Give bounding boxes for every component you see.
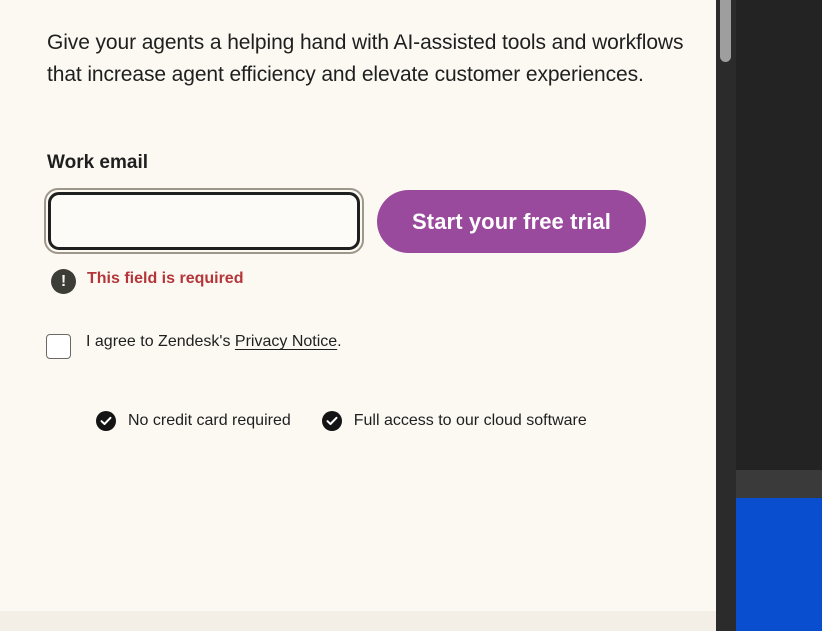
email-field[interactable] [48,192,360,250]
privacy-notice-link[interactable]: Privacy Notice [235,333,337,350]
consent-prefix: I agree to Zendesk's [86,333,235,350]
background-blue-area [736,498,822,631]
consent-suffix: . [337,333,342,350]
perk-text: No credit card required [128,412,291,429]
email-error: ! This field is required [51,267,243,294]
consent-text: I agree to Zendesk's Privacy Notice. [86,333,342,351]
check-icon [96,411,116,431]
background-bar [736,470,822,498]
perk-text: Full access to our cloud software [353,412,587,429]
perk-item: No credit card required [96,411,291,431]
scrollbar-track[interactable] [716,0,736,631]
intro-text: Give your agents a helping hand with AI-… [47,31,684,86]
signup-panel: Give your agents a helping hand with AI-… [0,0,716,631]
start-free-trial-button[interactable]: Start your free trial [377,190,646,253]
email-label: Work email [47,152,149,173]
panel-footer [0,611,716,631]
privacy-consent: I agree to Zendesk's Privacy Notice. [46,333,342,359]
error-message: This field is required [87,269,244,287]
exclamation-icon: ! [51,269,76,294]
background-dark-area [736,0,822,470]
perks-list: No credit card required Full access to o… [96,411,618,431]
email-field-wrapper [44,188,364,254]
scrollbar-thumb[interactable] [720,0,731,62]
check-icon [321,411,342,431]
perk-item: Full access to our cloud software [321,411,587,431]
privacy-consent-checkbox[interactable] [46,334,71,359]
